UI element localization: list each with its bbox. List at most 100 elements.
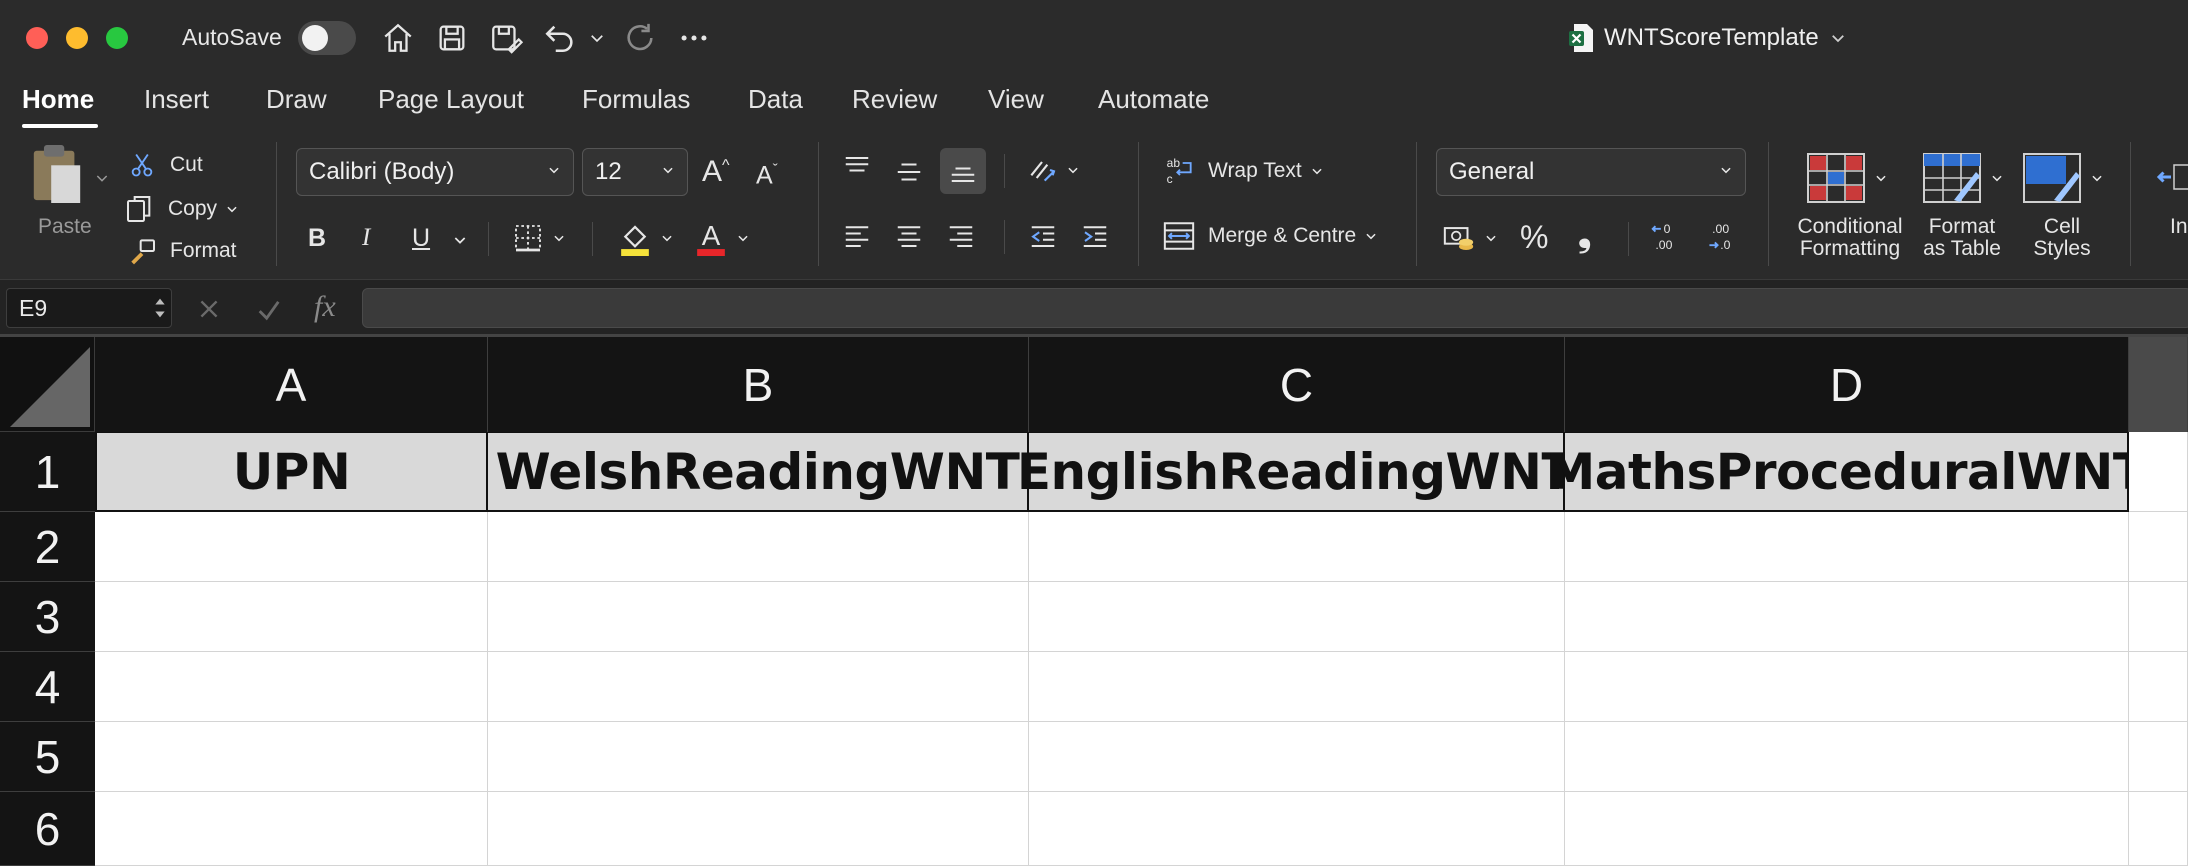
tab-automate[interactable]: Automate bbox=[1098, 84, 1209, 115]
font-size-dropdown[interactable]: 12 bbox=[582, 148, 688, 196]
autosave-toggle[interactable] bbox=[298, 21, 356, 55]
undo-icon[interactable] bbox=[538, 16, 582, 60]
cell-a2[interactable] bbox=[95, 512, 488, 582]
cell-e2[interactable] bbox=[2129, 512, 2188, 582]
row-header-1[interactable]: 1 bbox=[0, 432, 95, 512]
percent-style-button[interactable]: % bbox=[1520, 216, 1548, 258]
align-bottom-button[interactable] bbox=[940, 148, 986, 194]
cell-c2[interactable] bbox=[1029, 512, 1565, 582]
row-header-3[interactable]: 3 bbox=[0, 582, 95, 652]
formula-input[interactable] bbox=[362, 288, 2188, 328]
align-middle-button[interactable] bbox=[894, 154, 930, 190]
cut-button[interactable]: Cut bbox=[128, 148, 203, 182]
column-header-d[interactable]: D bbox=[1565, 337, 2129, 432]
bold-button[interactable]: B bbox=[308, 218, 326, 258]
orientation-button[interactable] bbox=[1026, 150, 1080, 190]
conditional-formatting-button[interactable] bbox=[1806, 150, 1888, 206]
cell-d2[interactable] bbox=[1565, 512, 2129, 582]
decrease-font-size-button[interactable]: Aˇ bbox=[756, 156, 778, 196]
cell-b4[interactable] bbox=[488, 652, 1029, 722]
column-header-e[interactable] bbox=[2129, 337, 2188, 432]
accounting-format-button[interactable] bbox=[1442, 218, 1498, 258]
cell-d3[interactable] bbox=[1565, 582, 2129, 652]
row-header-6[interactable]: 6 bbox=[0, 792, 95, 866]
cell-b1[interactable]: WelshReadingWNT bbox=[488, 432, 1029, 512]
cell-c4[interactable] bbox=[1029, 652, 1565, 722]
row-header-5[interactable]: 5 bbox=[0, 722, 95, 792]
confirm-entry-icon[interactable] bbox=[254, 296, 284, 324]
cell-d4[interactable] bbox=[1565, 652, 2129, 722]
cell-a6[interactable] bbox=[95, 792, 488, 866]
row-header-2[interactable]: 2 bbox=[0, 512, 95, 582]
cell-e5[interactable] bbox=[2129, 722, 2188, 792]
format-as-table-button[interactable] bbox=[1922, 150, 2004, 206]
tab-draw[interactable]: Draw bbox=[266, 84, 327, 115]
insert-function-button[interactable]: fx bbox=[314, 290, 336, 324]
underline-button[interactable]: U bbox=[412, 218, 430, 258]
font-color-button[interactable]: A bbox=[694, 216, 750, 260]
column-header-c[interactable]: C bbox=[1029, 337, 1565, 432]
cell-c3[interactable] bbox=[1029, 582, 1565, 652]
undo-dropdown-chevron-icon[interactable] bbox=[582, 16, 612, 60]
cell-styles-button[interactable] bbox=[2022, 150, 2104, 206]
close-window-button[interactable] bbox=[26, 27, 48, 49]
cell-a4[interactable] bbox=[95, 652, 488, 722]
fill-color-button[interactable] bbox=[618, 216, 674, 260]
tab-page-layout[interactable]: Page Layout bbox=[378, 84, 524, 115]
cell-d6[interactable] bbox=[1565, 792, 2129, 866]
increase-decimal-button[interactable]: 0.00 bbox=[1650, 216, 1690, 258]
align-right-button[interactable] bbox=[946, 216, 982, 256]
document-title[interactable]: WNTScoreTemplate bbox=[1568, 20, 1847, 56]
cell-e6[interactable] bbox=[2129, 792, 2188, 866]
name-box[interactable]: E9 bbox=[6, 288, 172, 328]
insert-cells-button[interactable] bbox=[2156, 152, 2188, 202]
decrease-decimal-button[interactable]: .00.0 bbox=[1704, 216, 1744, 258]
cancel-entry-icon[interactable] bbox=[196, 296, 222, 322]
number-format-dropdown[interactable]: General bbox=[1436, 148, 1746, 196]
cell-d5[interactable] bbox=[1565, 722, 2129, 792]
font-name-dropdown[interactable]: Calibri (Body) bbox=[296, 148, 574, 196]
cell-e4[interactable] bbox=[2129, 652, 2188, 722]
cell-a5[interactable] bbox=[95, 722, 488, 792]
merge-centre-button[interactable]: Merge & Centre bbox=[1162, 216, 1378, 256]
row-header-4[interactable]: 4 bbox=[0, 652, 95, 722]
tab-formulas[interactable]: Formulas bbox=[582, 84, 690, 115]
cell-d1[interactable]: MathsProceduralWNT bbox=[1546, 432, 2147, 512]
align-left-button[interactable] bbox=[842, 216, 878, 256]
zoom-window-button[interactable] bbox=[106, 27, 128, 49]
cell-b5[interactable] bbox=[488, 722, 1029, 792]
home-icon[interactable] bbox=[376, 16, 420, 60]
tab-insert[interactable]: Insert bbox=[144, 84, 209, 115]
underline-chevron-icon[interactable] bbox=[452, 232, 468, 248]
cell-c6[interactable] bbox=[1029, 792, 1565, 866]
cell-b6[interactable] bbox=[488, 792, 1029, 866]
cell-a1[interactable]: UPN bbox=[95, 432, 488, 512]
comma-style-button[interactable]: ❟ bbox=[1578, 214, 1591, 256]
save-as-icon[interactable] bbox=[484, 16, 528, 60]
paste-chevron-icon[interactable] bbox=[94, 170, 110, 186]
decrease-indent-button[interactable] bbox=[1028, 216, 1064, 256]
tab-home[interactable]: Home bbox=[22, 84, 94, 115]
align-top-button[interactable] bbox=[842, 150, 878, 186]
column-header-b[interactable]: B bbox=[488, 337, 1029, 432]
more-options-icon[interactable] bbox=[672, 16, 716, 60]
tab-view[interactable]: View bbox=[988, 84, 1044, 115]
tab-review[interactable]: Review bbox=[852, 84, 937, 115]
increase-indent-button[interactable] bbox=[1080, 216, 1116, 256]
cell-c1[interactable]: EnglishReadingWNT bbox=[1017, 432, 1576, 512]
italic-button[interactable]: I bbox=[362, 218, 370, 258]
redo-icon[interactable] bbox=[618, 16, 662, 60]
cell-b2[interactable] bbox=[488, 512, 1029, 582]
copy-button[interactable]: Copy bbox=[124, 192, 239, 226]
tab-data[interactable]: Data bbox=[748, 84, 803, 115]
cell-e1[interactable] bbox=[2129, 432, 2188, 512]
increase-font-size-button[interactable]: A^ bbox=[702, 152, 730, 192]
align-center-button[interactable] bbox=[894, 216, 930, 256]
cell-a3[interactable] bbox=[95, 582, 488, 652]
cell-b3[interactable] bbox=[488, 582, 1029, 652]
select-all-button[interactable] bbox=[0, 337, 95, 432]
save-icon[interactable] bbox=[430, 16, 474, 60]
format-painter-button[interactable]: Format bbox=[126, 234, 237, 268]
cell-c5[interactable] bbox=[1029, 722, 1565, 792]
minimize-window-button[interactable] bbox=[66, 27, 88, 49]
